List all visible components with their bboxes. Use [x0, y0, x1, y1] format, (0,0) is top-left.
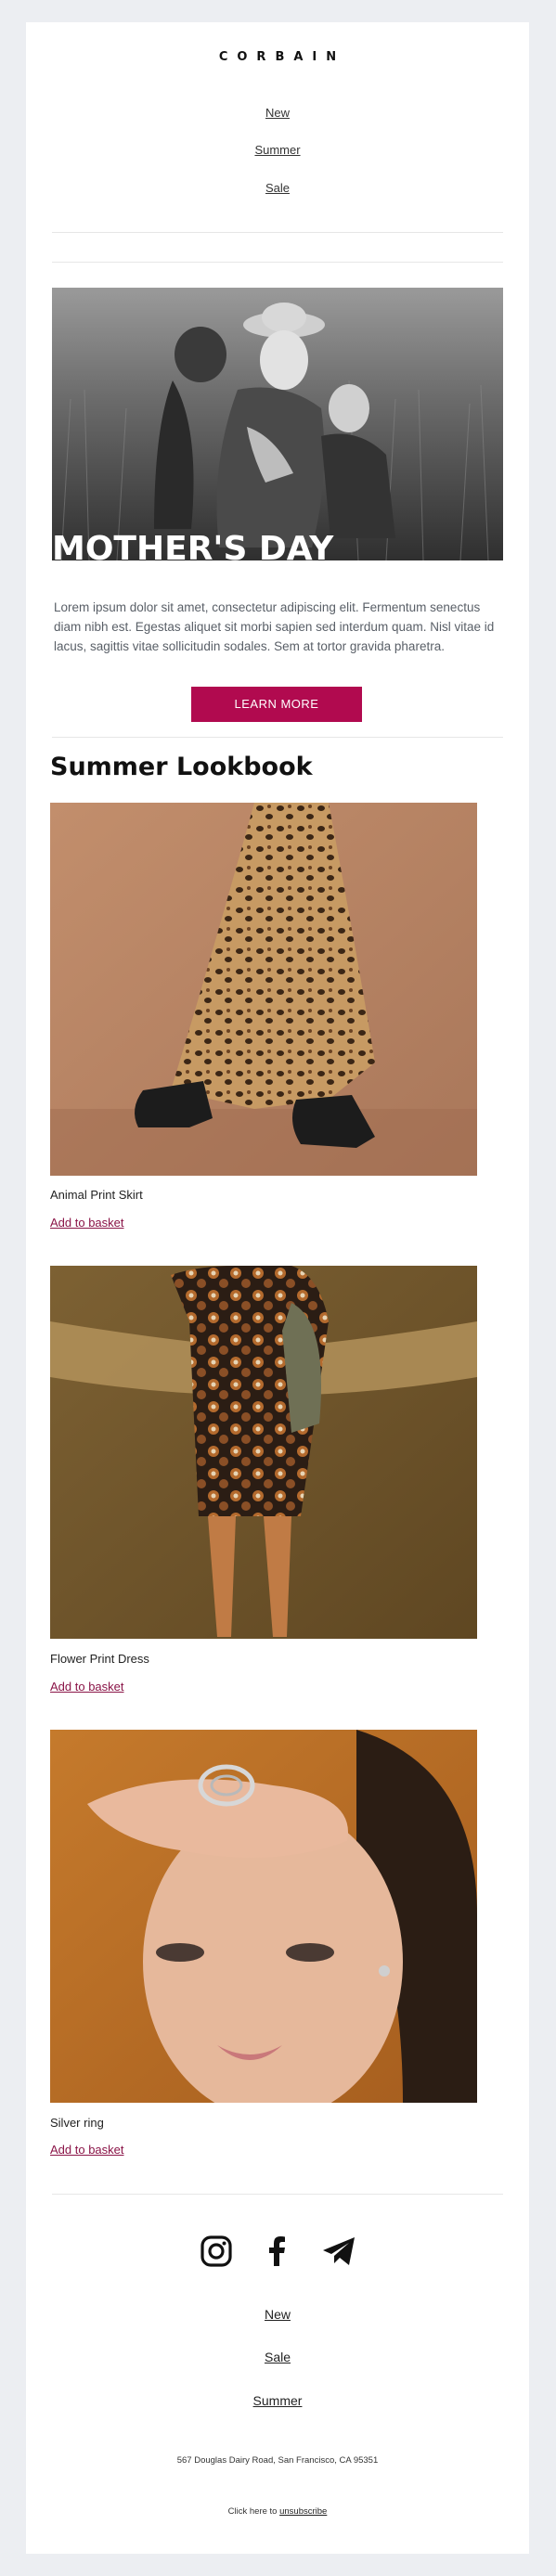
product-photo	[50, 1266, 477, 1639]
learn-more-button[interactable]: LEARN MORE	[191, 687, 362, 722]
unsubscribe-prefix: Click here to	[227, 2506, 280, 2517]
brand-logo: CORBAIN	[218, 50, 346, 64]
divider	[52, 232, 503, 233]
unsubscribe-line: Click here to unsubscribe	[26, 2506, 529, 2517]
footer-link-summer[interactable]: Summer	[26, 2393, 529, 2408]
add-to-basket-link[interactable]: Add to basket	[50, 1680, 124, 1694]
unsubscribe-link[interactable]: unsubscribe	[279, 2506, 327, 2517]
telegram-icon[interactable]	[320, 2233, 357, 2270]
email-card: CORBAIN New Summer Sale MOTHER'S DAY Lor…	[26, 22, 529, 2554]
divider	[52, 2194, 503, 2195]
footer-link-sale[interactable]: Sale	[26, 2350, 529, 2364]
lookbook-title: Summer Lookbook	[50, 753, 313, 781]
instagram-icon[interactable]	[198, 2233, 235, 2270]
product-image-flower-print-dress[interactable]	[50, 1266, 477, 1639]
social-links	[26, 2233, 529, 2273]
footer-address: 567 Douglas Dairy Road, San Francisco, C…	[176, 2455, 379, 2466]
product-name: Silver ring	[50, 2116, 104, 2130]
divider	[52, 262, 503, 263]
facebook-icon[interactable]	[259, 2233, 296, 2270]
product-name: Flower Print Dress	[50, 1652, 149, 1666]
hero-body-text: Lorem ipsum dolor sit amet, consectetur …	[54, 600, 495, 653]
divider	[52, 737, 503, 738]
product-photo	[50, 1730, 477, 2103]
nav-link-sale[interactable]: Sale	[26, 181, 529, 195]
add-to-basket-link[interactable]: Add to basket	[50, 1216, 124, 1230]
product-image-silver-ring[interactable]	[50, 1730, 477, 2103]
nav-link-new[interactable]: New	[26, 106, 529, 120]
hero-image: MOTHER'S DAY	[52, 288, 503, 560]
nav-link-summer[interactable]: Summer	[26, 143, 529, 157]
product-image-animal-print-skirt[interactable]	[50, 803, 477, 1176]
product-photo	[50, 803, 477, 1176]
footer-link-new[interactable]: New	[26, 2307, 529, 2322]
product-name: Animal Print Skirt	[50, 1188, 143, 1202]
hero-title: MOTHER'S DAY	[52, 530, 334, 561]
add-to-basket-link[interactable]: Add to basket	[50, 2143, 124, 2157]
hero-photo	[52, 288, 503, 560]
